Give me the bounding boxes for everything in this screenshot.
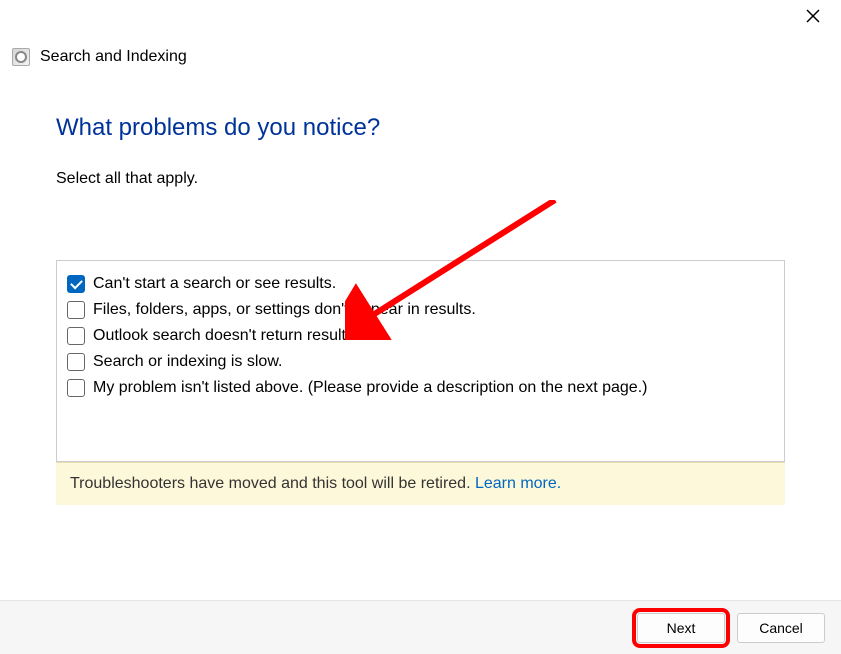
checkbox-cant-start-search[interactable] bbox=[67, 275, 85, 293]
option-label: Search or indexing is slow. bbox=[93, 353, 282, 371]
option-row[interactable]: My problem isn't listed above. (Please p… bbox=[67, 375, 774, 401]
content-area: What problems do you notice? Select all … bbox=[0, 66, 841, 462]
learn-more-link[interactable]: Learn more. bbox=[475, 475, 561, 492]
notice-text: Troubleshooters have moved and this tool… bbox=[70, 475, 475, 492]
instruction-text: Select all that apply. bbox=[56, 170, 785, 188]
footer: Next Cancel bbox=[0, 600, 841, 654]
close-icon bbox=[806, 9, 820, 23]
checkbox-outlook-no-results[interactable] bbox=[67, 327, 85, 345]
header-row: Search and Indexing bbox=[0, 32, 841, 66]
checkbox-not-listed[interactable] bbox=[67, 379, 85, 397]
page-title: What problems do you notice? bbox=[56, 114, 785, 142]
option-row[interactable]: Can't start a search or see results. bbox=[67, 271, 774, 297]
option-row[interactable]: Outlook search doesn't return results. bbox=[67, 323, 774, 349]
notice-bar: Troubleshooters have moved and this tool… bbox=[56, 462, 785, 505]
option-row[interactable]: Files, folders, apps, or settings don't … bbox=[67, 297, 774, 323]
window-title: Search and Indexing bbox=[40, 48, 187, 66]
close-button[interactable] bbox=[797, 2, 829, 30]
checkbox-search-slow[interactable] bbox=[67, 353, 85, 371]
titlebar bbox=[0, 0, 841, 32]
options-panel: Can't start a search or see results. Fil… bbox=[56, 260, 785, 462]
option-row[interactable]: Search or indexing is slow. bbox=[67, 349, 774, 375]
option-label: My problem isn't listed above. (Please p… bbox=[93, 379, 647, 397]
option-label: Files, folders, apps, or settings don't … bbox=[93, 301, 476, 319]
troubleshooter-icon bbox=[12, 48, 30, 66]
checkbox-files-not-appear[interactable] bbox=[67, 301, 85, 319]
option-label: Can't start a search or see results. bbox=[93, 275, 336, 293]
next-button[interactable]: Next bbox=[637, 613, 725, 643]
cancel-button[interactable]: Cancel bbox=[737, 613, 825, 643]
option-label: Outlook search doesn't return results. bbox=[93, 327, 358, 345]
